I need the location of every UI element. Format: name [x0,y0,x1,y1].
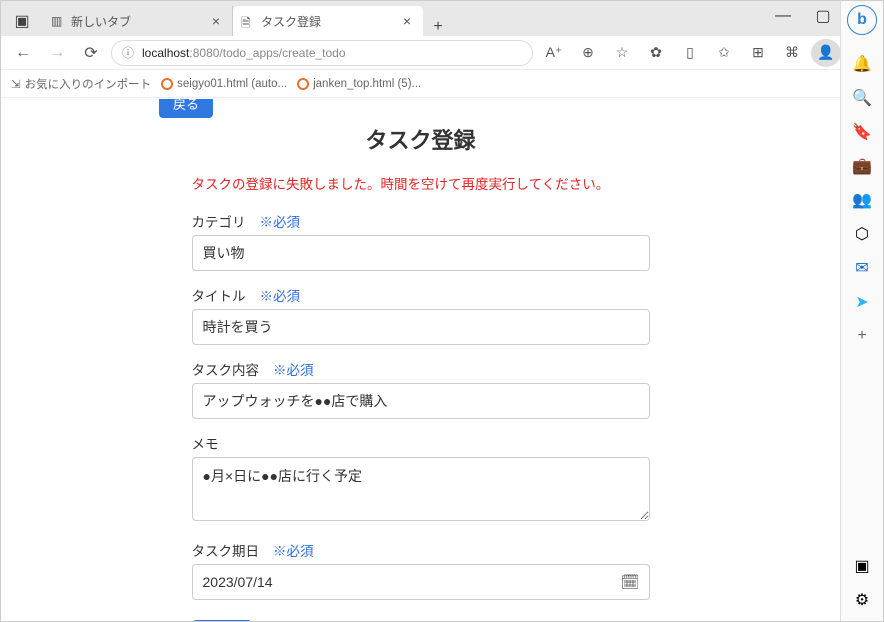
tab-favicon: ▥ [51,14,65,28]
outlook-icon[interactable]: ✉ [853,259,871,277]
search-icon[interactable]: 🔍 [853,89,871,107]
address-bar: ← → ⟳ ⓘ localhost:8080/todo_apps/create_… [1,36,883,70]
page-title: タスク登録 [192,123,650,155]
label-content: タスク内容 [192,359,260,379]
tab-label: タスク登録 [261,13,321,30]
site-info-icon[interactable]: ⓘ [122,44,134,61]
add-app-icon[interactable]: + [853,327,871,345]
favorite-link-2[interactable]: janken_top.html (5)... [297,78,421,90]
field-category: カテゴリ ※必須 [192,211,650,271]
favorite-label: seigyo01.html (auto... [177,78,287,90]
field-title: タイトル ※必須 [192,285,650,345]
tab-panel-icon[interactable]: ▣ [7,11,37,31]
html-file-icon [297,78,309,90]
favorites-bar: ⇲ お気に入りのインポート seigyo01.html (auto... jan… [1,70,883,98]
due-date-input[interactable] [192,564,650,600]
category-input[interactable] [192,235,650,271]
field-due-date: タスク期日 ※必須 🗓 [192,540,650,600]
label-memo: メモ [192,433,219,453]
required-badge: ※必須 [260,211,301,231]
forward-button-icon: → [43,39,71,67]
memo-textarea[interactable] [192,457,650,521]
required-badge: ※必須 [260,285,301,305]
import-label: お気に入りのインポート [25,76,152,92]
sidebar-panel-icon[interactable]: ▣ [853,557,871,575]
settings-gear-icon[interactable]: ⚙ [853,591,871,609]
html-file-icon [161,78,173,90]
briefcase-icon[interactable]: 💼 [853,157,871,175]
new-tab-button[interactable]: + [423,18,453,36]
read-aloud-icon[interactable]: A⁺ [539,39,569,67]
window-titlebar: ▣ ▥ 新しいタブ × 🗎 タスク登録 × + — ▢ ✕ [1,1,883,36]
error-message: タスクの登録に失敗しました。時間を空けて再度実行してください。 [192,173,650,193]
extension-icon[interactable]: ✿ [641,39,671,67]
import-icon: ⇲ [11,77,21,91]
close-tab-icon[interactable]: × [401,13,413,29]
window-maximize-icon[interactable]: ▢ [803,1,843,31]
title-input[interactable] [192,309,650,345]
browser-tab-2-active[interactable]: 🗎 タスク登録 × [233,6,423,36]
content-input[interactable] [192,383,650,419]
tab-label: 新しいタブ [71,13,131,30]
heart-icon[interactable]: ⌘ [777,39,807,67]
favorite-star-icon[interactable]: ☆ [607,39,637,67]
bing-chat-icon[interactable]: b [847,5,877,35]
field-content: タスク内容 ※必須 [192,359,650,419]
url-input[interactable]: ⓘ localhost:8080/todo_apps/create_todo [111,40,533,66]
calendar-icon[interactable]: 🗓 [620,573,639,591]
field-memo: メモ [192,433,650,526]
profile-avatar[interactable]: 👤 [811,39,841,67]
telegram-icon[interactable]: ➤ [853,293,871,311]
back-button-icon[interactable]: ← [9,39,37,67]
required-badge: ※必須 [273,540,314,560]
collections-icon[interactable]: ▯ [675,39,705,67]
import-favorites-button[interactable]: ⇲ お気に入りのインポート [11,76,151,92]
refresh-icon[interactable]: ⟳ [77,39,105,67]
favorite-label: janken_top.html (5)... [313,78,421,90]
page-viewport: 戻る タスク登録 タスクの登録に失敗しました。時間を空けて再度実行してください。… [1,99,840,621]
tab-favicon: 🗎 [241,14,255,28]
people-icon[interactable]: 👥 [853,191,871,209]
submit-button[interactable]: 登録 [192,620,252,621]
back-page-button[interactable]: 戻る [159,99,213,118]
app-icon[interactable]: ⊞ [743,39,773,67]
task-form-card: タスク登録 タスクの登録に失敗しました。時間を空けて再度実行してください。 カテ… [168,109,674,621]
browser-tab-1[interactable]: ▥ 新しいタブ × [43,6,233,36]
tag-icon[interactable]: 🔖 [853,123,871,141]
zoom-icon[interactable]: ⊕ [573,39,603,67]
required-badge: ※必須 [273,359,314,379]
office-icon[interactable]: ⬡ [853,225,871,243]
notification-bell-icon[interactable]: 🔔 [853,55,871,73]
label-title: タイトル [192,285,246,305]
label-category: カテゴリ [192,211,246,231]
url-host: localhost [142,46,189,60]
edge-sidebar: b 🔔 🔍 🔖 💼 👥 ⬡ ✉ ➤ + ▣ ⚙ [840,1,883,621]
close-tab-icon[interactable]: × [210,13,222,29]
url-path: :8080/todo_apps/create_todo [189,46,345,60]
window-minimize-icon[interactable]: — [763,1,803,31]
favorites-list-icon[interactable]: ✩ [709,39,739,67]
label-due: タスク期日 [192,540,260,560]
favorite-link-1[interactable]: seigyo01.html (auto... [161,78,287,90]
